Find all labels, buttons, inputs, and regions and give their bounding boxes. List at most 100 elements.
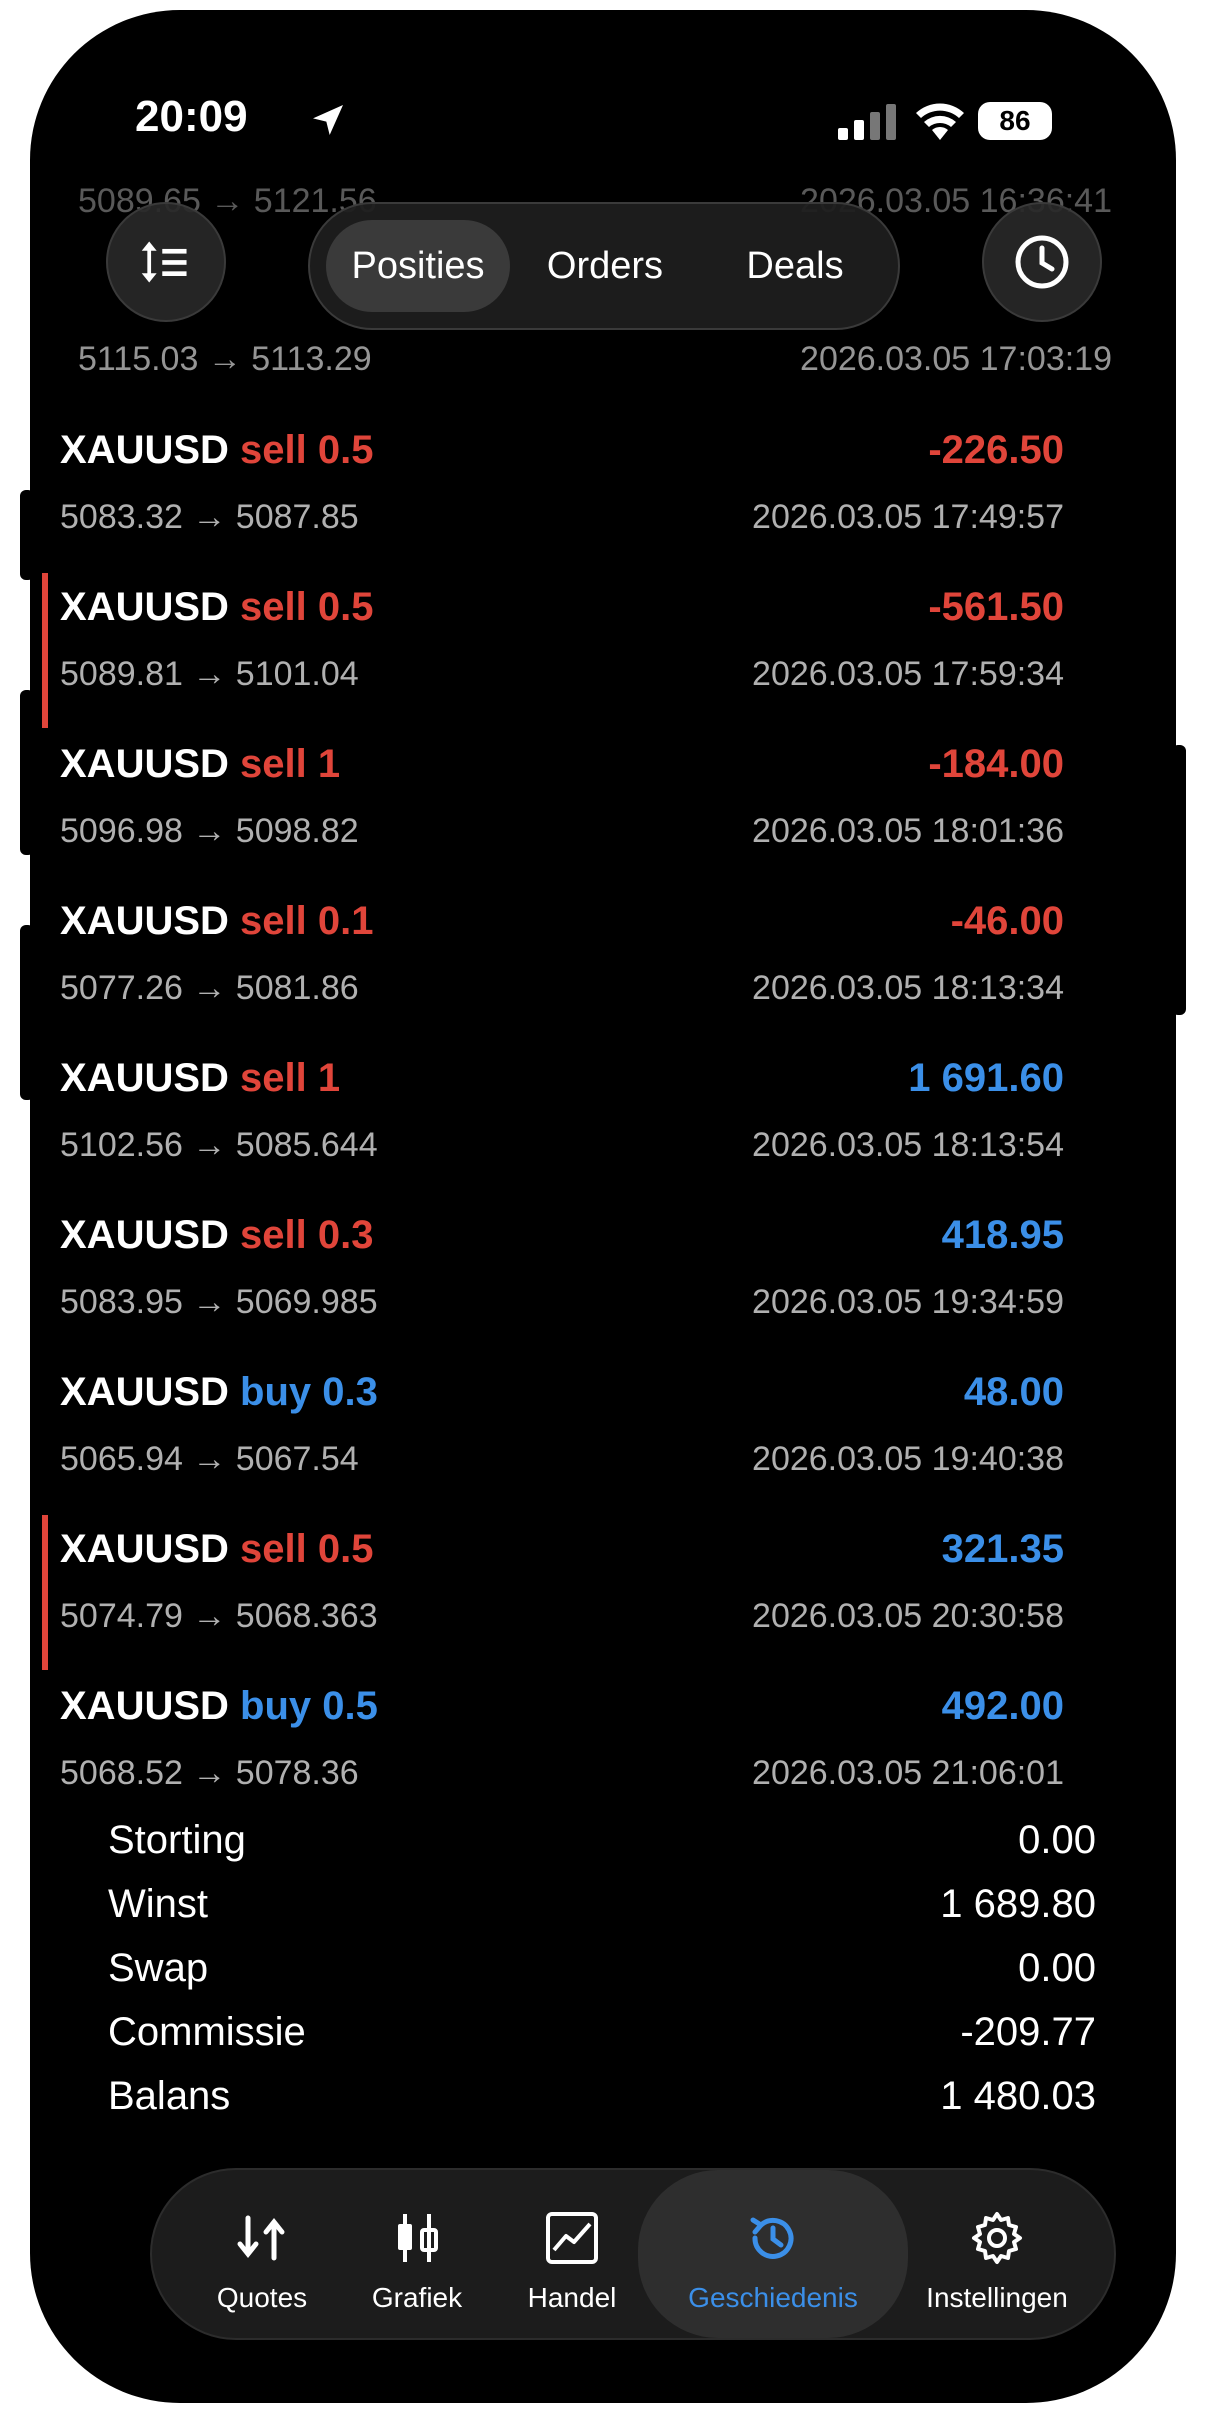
status-time: 20:09 [135,92,248,141]
deal-row[interactable]: XAUUSD sell 1 5096.98 → 5098.82 -184.00 202… [30,722,1128,879]
ghost-row-time-2: 2026.03.05 17:03:19 [800,340,1112,378]
tab-orders[interactable]: Orders [520,220,690,312]
deal-marker [42,573,48,728]
deal-profit: -561.50 [928,585,1064,629]
deal-trade-type: buy 0.3 [240,1370,378,1414]
bottom-navigation: Quotes Grafiek Handel Geschiedenis Inste… [150,2168,1116,2340]
deal-row[interactable]: XAUUSD buy 0.5 5068.52 → 5078.36 492.00 202… [30,1664,1128,1821]
deal-symbol: XAUUSD [60,1370,229,1414]
chart-icon [398,2214,438,2262]
deal-trade-type: sell 1 [240,742,341,786]
deal-row[interactable]: XAUUSD buy 0.3 5065.94 → 5067.54 48.00 2026… [30,1350,1128,1507]
summary-label-swap: Swap [108,1946,209,1990]
deal-prices: 5089.81 → 5101.04 [60,655,359,693]
summary-value-balance: 1 480.03 [940,2074,1096,2118]
deal-prices: 5065.94 → 5067.54 [60,1440,359,1478]
deal-symbol-line: XAUUSD sell 0.3 [60,1213,373,1258]
deal-profit: 1 691.60 [908,1056,1064,1100]
cellular-signal-icon [838,104,896,140]
summary-label-commission: Commissie [108,2010,306,2054]
deal-trade-type: sell 0.5 [240,428,374,472]
deal-symbol-line: XAUUSD sell 1 [60,742,340,787]
clock-icon [1015,235,1069,289]
deal-row[interactable]: XAUUSD sell 0.5 5074.79 → 5068.363 321.35 2… [30,1507,1128,1670]
history-icon [750,2217,794,2259]
deal-prices: 5074.79 → 5068.363 [60,1597,378,1635]
deal-profit: 418.95 [941,1213,1064,1257]
deal-prices: 5102.56 → 5085.644 [60,1126,378,1164]
period-button[interactable] [982,202,1102,322]
deal-time: 2026.03.05 17:49:57 [752,498,1064,536]
nav-geschiedenis-label: Geschiedenis [688,2282,858,2313]
summary-value-deposit: 0.00 [1018,1818,1096,1862]
deal-time: 2026.03.05 19:34:59 [752,1283,1064,1321]
deal-time: 2026.03.05 20:30:58 [752,1597,1064,1635]
deal-trade-type: sell 0.5 [240,1527,374,1571]
quotes-icon [237,2215,285,2261]
deal-time: 2026.03.05 17:59:34 [752,655,1064,693]
deal-row[interactable]: XAUUSD sell 0.5 5089.81 → 5101.04 -561.50 2… [30,565,1128,728]
deal-time: 2026.03.05 19:40:38 [752,1440,1064,1478]
deal-profit: 321.35 [941,1527,1064,1571]
nav-quotes[interactable]: Quotes [192,2170,332,2338]
deal-trade-type: sell 1 [240,1056,341,1100]
nav-instellingen-label: Instellingen [926,2282,1068,2313]
battery-indicator: 86 [978,102,1052,140]
trade-icon [546,2212,598,2264]
deal-symbol: XAUUSD [60,428,229,472]
deal-symbol-line: XAUUSD sell 0.5 [60,1527,373,1572]
phone-screen: 5089.65 → 5121.56 2026.03.05 16:36:41 51… [30,10,1176,2403]
deal-marker [42,1515,48,1670]
sort-icon [141,241,187,283]
deal-time: 2026.03.05 18:01:36 [752,812,1064,850]
deal-symbol-line: XAUUSD sell 1 [60,1056,340,1101]
nav-handel[interactable]: Handel [502,2170,642,2338]
deal-time: 2026.03.05 21:06:01 [752,1754,1064,1792]
summary-value-swap: 0.00 [1018,1946,1096,1990]
deal-profit: 492.00 [941,1684,1064,1728]
nav-instellingen[interactable]: Instellingen [912,2170,1082,2338]
ghost-row-prices-2: 5115.03 → 5113.29 [78,340,372,378]
deal-symbol-line: XAUUSD sell 0.1 [60,899,373,944]
settings-icon [972,2212,1022,2264]
summary-label-balance: Balans [108,2074,231,2118]
deal-row[interactable]: XAUUSD sell 1 5102.56 → 5085.644 1 691.60 2… [30,1036,1128,1193]
nav-geschiedenis[interactable]: Geschiedenis [638,2170,908,2338]
deal-row[interactable]: XAUUSD sell 0.5 5083.32 → 5087.85 -226.50 2… [30,408,1128,565]
deal-symbol-line: XAUUSD sell 0.5 [60,428,373,473]
deal-symbol-line: XAUUSD buy 0.5 [60,1684,378,1729]
deal-row[interactable]: XAUUSD sell 0.3 5083.95 → 5069.985 418.95 2… [30,1193,1128,1350]
location-arrow-icon [313,105,343,135]
deal-symbol-line: XAUUSD buy 0.3 [60,1370,378,1415]
deal-profit: -46.00 [950,899,1064,943]
deal-symbol: XAUUSD [60,585,229,629]
deal-trade-type: sell 0.5 [240,585,374,629]
deal-symbol-line: XAUUSD sell 0.5 [60,585,373,630]
nav-grafiek[interactable]: Grafiek [347,2170,487,2338]
tab-deals[interactable]: Deals [710,220,880,312]
deal-time: 2026.03.05 18:13:34 [752,969,1064,1007]
sort-button[interactable] [106,202,226,322]
deal-symbol: XAUUSD [60,1056,229,1100]
deal-prices: 5083.95 → 5069.985 [60,1283,378,1321]
deal-profit: -184.00 [928,742,1064,786]
summary-value-commission: -209.77 [960,2010,1096,2054]
deal-profit: 48.00 [963,1370,1064,1414]
deal-trade-type: sell 0.1 [240,899,374,943]
deal-prices: 5077.26 → 5081.86 [60,969,359,1007]
wifi-icon [916,103,964,140]
deal-symbol: XAUUSD [60,742,229,786]
deal-row[interactable]: XAUUSD sell 0.1 5077.26 → 5081.86 -46.00 20… [30,879,1128,1036]
nav-grafiek-label: Grafiek [371,2282,463,2313]
tab-posities[interactable]: Posities [326,220,510,312]
summary-label-profit: Winst [108,1882,208,1926]
deal-prices: 5096.98 → 5098.82 [60,812,359,850]
summary-label-deposit: Storting [108,1818,246,1862]
deal-trade-type: buy 0.5 [240,1684,378,1728]
deal-prices: 5083.32 → 5087.85 [60,498,359,536]
deal-trade-type: sell 0.3 [240,1213,374,1257]
deal-prices: 5068.52 → 5078.36 [60,1754,359,1792]
nav-handel-label: Handel [527,2282,617,2313]
tab-bar: Posities Orders Deals [308,202,900,330]
nav-quotes-label: Quotes [216,2282,308,2313]
